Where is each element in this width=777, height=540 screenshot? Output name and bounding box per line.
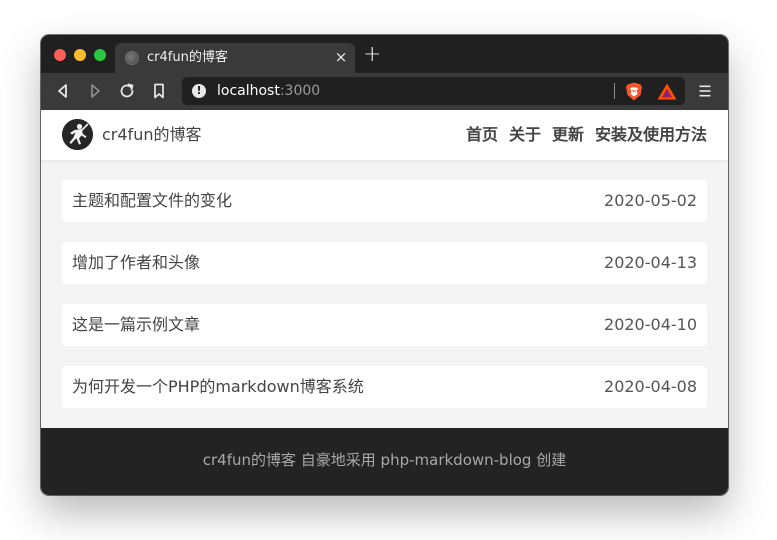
tab-strip: cr4fun的博客 × + [41,35,728,73]
browser-tab[interactable]: cr4fun的博客 × [115,43,355,73]
address-bar[interactable]: ! localhost:3000 [182,77,685,105]
browser-window: cr4fun的博客 × + ! localhost:3000 cr4fun的博客… [41,35,728,495]
address-url: localhost:3000 [217,83,321,99]
site-header: cr4fun的博客 首页 关于 更新 安装及使用方法 [41,110,728,160]
info-icon[interactable]: ! [192,84,206,98]
browser-toolbar: ! localhost:3000 [41,73,728,110]
menu-icon[interactable] [698,82,712,100]
close-window-button[interactable] [54,49,66,61]
tab-title: cr4fun的博客 [147,50,228,65]
post-list: 主题和配置文件的变化 2020-05-02 增加了作者和头像 2020-04-1… [62,180,707,428]
back-icon[interactable] [53,81,73,101]
post-date: 2020-04-13 [604,253,697,272]
list-item[interactable]: 这是一篇示例文章 2020-04-10 [62,304,707,346]
post-title[interactable]: 主题和配置文件的变化 [72,191,232,211]
tab-close-icon[interactable]: × [333,48,349,66]
post-date: 2020-04-08 [604,377,697,396]
reload-icon[interactable] [117,81,137,101]
main-nav: 首页 关于 更新 安装及使用方法 [466,124,707,146]
forward-icon[interactable] [85,81,105,101]
globe-icon [125,51,139,65]
list-item[interactable]: 为何开发一个PHP的markdown博客系统 2020-04-08 [62,366,707,408]
post-title[interactable]: 增加了作者和头像 [72,253,200,273]
nav-about[interactable]: 关于 [509,124,541,146]
bookmark-icon[interactable] [149,81,169,101]
nav-install-usage[interactable]: 安装及使用方法 [595,124,707,146]
nav-home[interactable]: 首页 [466,124,498,146]
post-date: 2020-05-02 [604,191,697,210]
post-date: 2020-04-10 [604,315,697,334]
list-item[interactable]: 增加了作者和头像 2020-04-13 [62,242,707,284]
maximize-window-button[interactable] [94,49,106,61]
post-title[interactable]: 为何开发一个PHP的markdown博客系统 [72,377,364,397]
brave-rewards-icon[interactable] [657,83,677,100]
site-footer: cr4fun的博客 自豪地采用 php-markdown-blog 创建 [41,428,728,495]
page-content: cr4fun的博客 首页 关于 更新 安装及使用方法 主题和配置文件的变化 20… [41,110,728,495]
new-tab-button[interactable]: + [363,44,381,66]
minimize-window-button[interactable] [74,49,86,61]
post-title[interactable]: 这是一篇示例文章 [72,315,200,335]
address-divider [614,83,615,99]
site-title[interactable]: cr4fun的博客 [102,124,201,146]
avatar[interactable] [62,119,93,150]
nav-updates[interactable]: 更新 [552,124,584,146]
list-item[interactable]: 主题和配置文件的变化 2020-05-02 [62,180,707,222]
footer-text: cr4fun的博客 自豪地采用 php-markdown-blog 创建 [202,451,567,469]
brave-shields-icon[interactable] [625,82,643,101]
